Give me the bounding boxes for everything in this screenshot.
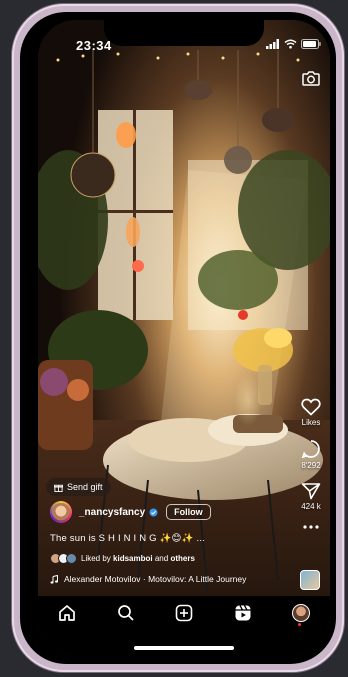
camera-button[interactable]: [302, 70, 320, 91]
comment-icon: [301, 440, 320, 459]
more-icon: [303, 525, 319, 529]
signal-icon: [266, 39, 279, 49]
reels-icon[interactable]: [234, 604, 252, 622]
like-button[interactable]: Likes: [301, 398, 321, 427]
music-note-icon: [50, 574, 58, 584]
notch: [104, 20, 264, 46]
camera-icon: [302, 71, 320, 86]
liked-by-avatars: [50, 553, 77, 564]
liked-by-prefix: Liked by: [81, 554, 111, 563]
author-row: _nancysfancy Follow: [50, 501, 211, 523]
liked-by-others[interactable]: others: [170, 554, 194, 563]
comment-button[interactable]: 8'292: [301, 439, 321, 470]
battery-icon: [301, 39, 321, 49]
audio-thumbnail[interactable]: [300, 570, 320, 590]
notification-dot: [298, 623, 301, 626]
shares-count: 424 k: [301, 502, 321, 511]
wifi-icon: [284, 39, 297, 49]
search-icon[interactable]: [117, 604, 135, 622]
profile-tab[interactable]: [292, 604, 310, 626]
status-icons: [266, 39, 321, 49]
send-gift-label: Send gift: [67, 482, 103, 492]
home-indicator: [134, 646, 234, 650]
music-title: Alexander Motovilov · Motovilov: A Littl…: [64, 574, 247, 584]
more-button[interactable]: [303, 525, 319, 529]
heart-icon: [301, 398, 321, 416]
liked-by-row[interactable]: Liked by kidsamboi and others: [50, 553, 195, 564]
side-actions: Likes 8'292 424 k: [294, 398, 328, 537]
status-time: 23:34: [76, 38, 112, 53]
send-gift-button[interactable]: Send gift: [46, 478, 111, 496]
send-icon: [301, 483, 321, 500]
reel-screen[interactable]: 23:34 Likes 8'292 424 k Send gift _nancy…: [38, 20, 330, 656]
music-row[interactable]: Alexander Motovilov · Motovilov: A Littl…: [50, 574, 246, 584]
comments-count: 8'292: [301, 461, 321, 470]
verified-badge-icon: [149, 507, 158, 517]
share-button[interactable]: 424 k: [301, 482, 321, 511]
gift-icon: [54, 484, 63, 492]
create-icon[interactable]: [175, 604, 193, 622]
liked-by-joiner: and: [154, 554, 169, 563]
liked-by-user[interactable]: kidsamboi: [113, 554, 153, 563]
follow-button[interactable]: Follow: [166, 504, 211, 520]
author-username[interactable]: _nancysfancy: [79, 507, 145, 518]
reel-caption[interactable]: The sun is S H I N I N G ✨😊✨ ...: [50, 533, 205, 544]
profile-avatar: [292, 604, 310, 622]
home-icon[interactable]: [58, 604, 76, 622]
likes-label: Likes: [301, 418, 321, 427]
author-avatar[interactable]: [50, 501, 72, 523]
